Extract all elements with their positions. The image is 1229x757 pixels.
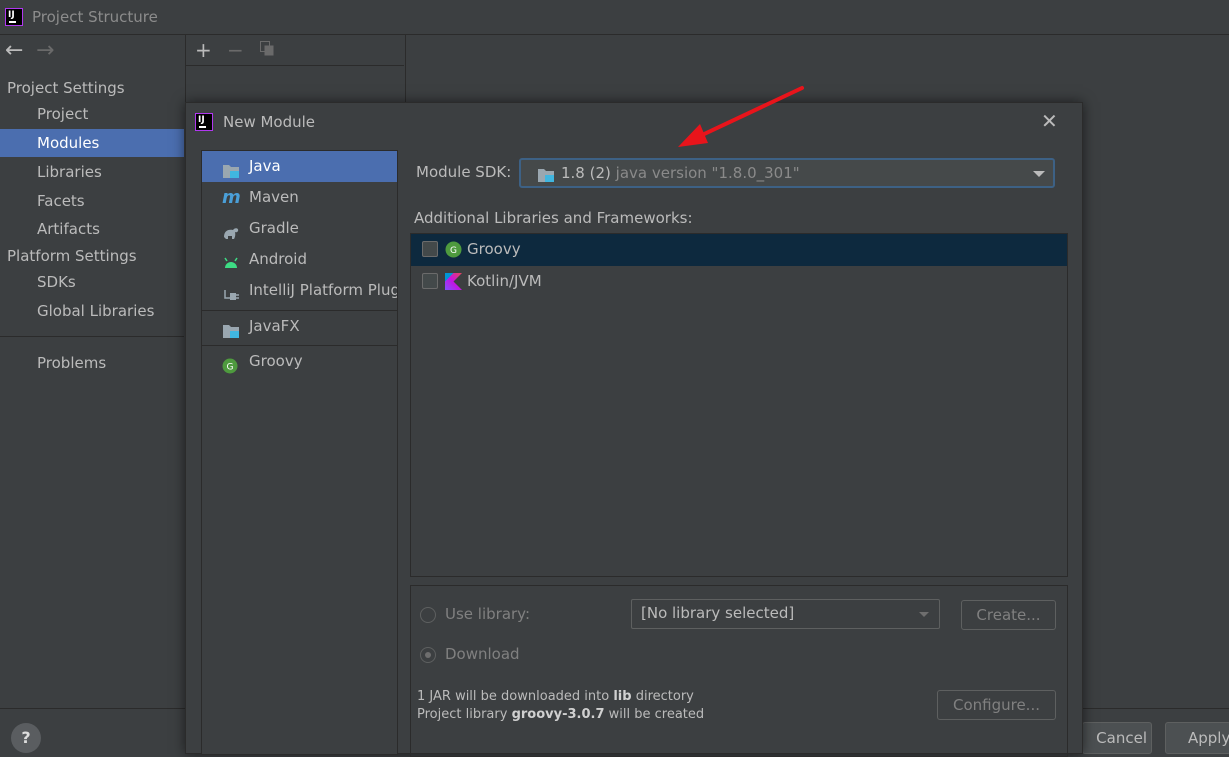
module-type-javafx[interactable]: JavaFX: [202, 311, 397, 342]
module-sdk-dropdown[interactable]: 1.8 (2) java version "1.8.0_301": [519, 158, 1055, 188]
module-types-list: Java m Maven Gradle Android IntelliJ Pla…: [201, 150, 398, 755]
create-button[interactable]: Create...: [961, 600, 1056, 630]
sidebar-item-modules[interactable]: Modules: [0, 129, 184, 157]
gradle-icon: [222, 221, 240, 239]
note-bold: groovy-3.0.7: [511, 707, 605, 722]
module-type-gradle[interactable]: Gradle: [202, 213, 397, 244]
module-type-label: Gradle: [249, 219, 299, 237]
use-library-label: Use library:: [445, 605, 531, 623]
module-type-android[interactable]: Android: [202, 244, 397, 275]
configure-button[interactable]: Configure...: [937, 690, 1056, 720]
cancel-button-label: Cancel: [1096, 729, 1147, 747]
sidebar-item-sdks[interactable]: SDKs: [0, 268, 184, 296]
sdk-version-detail: java version "1.8.0_301": [615, 164, 800, 182]
sidebar-section-project-settings: Project Settings: [7, 79, 125, 97]
chevron-down-icon: [919, 612, 929, 617]
sidebar-section-platform-settings: Platform Settings: [7, 247, 137, 265]
forward-arrow-icon[interactable]: →: [36, 38, 54, 63]
module-type-java[interactable]: Java: [202, 151, 397, 182]
sidebar-divider: [0, 336, 184, 337]
remove-icon[interactable]: −: [227, 38, 244, 62]
groovy-icon: G: [445, 241, 462, 258]
apply-button[interactable]: Apply: [1165, 722, 1229, 754]
library-label: Groovy: [467, 240, 521, 258]
kotlin-checkbox[interactable]: [422, 273, 438, 289]
note-text: 1 JAR will be downloaded into: [417, 689, 610, 704]
copy-icon[interactable]: [260, 41, 274, 56]
add-icon[interactable]: +: [195, 38, 212, 62]
libraries-list: G Groovy Kotlin/JVM: [410, 233, 1068, 577]
title-bar: [0, 0, 1229, 35]
sidebar-item-problems[interactable]: Problems: [0, 349, 184, 377]
module-type-groovy[interactable]: G Groovy: [202, 346, 397, 377]
sidebar-item-global-libraries[interactable]: Global Libraries: [0, 297, 184, 325]
download-note-line2: Project library groovy-3.0.7 will be cre…: [417, 707, 704, 722]
module-type-label: Groovy: [249, 352, 303, 370]
cancel-button[interactable]: Cancel: [1082, 722, 1152, 754]
module-sdk-label: Module SDK:: [416, 163, 512, 181]
download-radio[interactable]: [420, 647, 436, 663]
kotlin-icon: [445, 273, 462, 290]
sdk-value: 1.8 (2) java version "1.8.0_301": [561, 164, 800, 182]
note-text: directory: [635, 689, 694, 704]
note-text: Project library: [417, 707, 508, 722]
module-type-label: JavaFX: [249, 317, 300, 335]
library-select-value: [No library selected]: [641, 604, 795, 622]
additional-libraries-label: Additional Libraries and Frameworks:: [414, 209, 693, 227]
svg-text:G: G: [227, 363, 234, 373]
groovy-checkbox[interactable]: [422, 241, 438, 257]
note-bold: lib: [613, 689, 632, 704]
help-button[interactable]: ?: [11, 723, 41, 753]
use-library-radio[interactable]: [420, 607, 436, 623]
library-row-groovy[interactable]: G Groovy: [411, 234, 1067, 266]
new-module-dialog: IJ New Module ✕ Java m Maven Gradle Andr…: [185, 102, 1083, 757]
note-text: will be created: [608, 707, 705, 722]
module-type-maven[interactable]: m Maven: [202, 182, 397, 213]
chevron-down-icon: [1033, 171, 1045, 177]
window-title: Project Structure: [32, 8, 158, 26]
intellij-app-icon: IJ: [5, 8, 23, 26]
toolbar-divider: [186, 65, 404, 66]
back-arrow-icon[interactable]: ←: [5, 38, 23, 63]
folder-icon: [222, 159, 240, 178]
module-type-label: Android: [249, 250, 307, 268]
module-type-label: Maven: [249, 188, 299, 206]
sidebar-item-artifacts[interactable]: Artifacts: [0, 215, 184, 243]
apply-button-label: Apply: [1188, 729, 1229, 747]
sdk-version: 1.8 (2): [561, 164, 611, 182]
android-icon: [222, 252, 240, 268]
svg-text:G: G: [450, 246, 457, 256]
close-icon[interactable]: ✕: [1041, 109, 1058, 133]
plugin-icon: [222, 283, 240, 300]
sdk-folder-icon: [537, 167, 555, 183]
library-label: Kotlin/JVM: [467, 272, 542, 290]
folder-icon: [222, 319, 240, 338]
groovy-icon: G: [222, 354, 240, 374]
sidebar-item-facets[interactable]: Facets: [0, 187, 184, 215]
sidebar-item-project[interactable]: Project: [0, 100, 184, 128]
library-row-kotlin[interactable]: Kotlin/JVM: [411, 266, 1067, 298]
module-type-label: Java: [249, 157, 281, 175]
module-type-intellij-plugin[interactable]: IntelliJ Platform Plugin: [202, 275, 397, 306]
download-note-line1: 1 JAR will be downloaded into lib direct…: [417, 689, 694, 704]
download-label: Download: [445, 645, 520, 663]
module-type-label: IntelliJ Platform Plugin: [249, 281, 397, 299]
library-select[interactable]: [No library selected]: [631, 599, 940, 629]
maven-icon: m: [222, 187, 241, 208]
dialog-title: New Module: [223, 113, 316, 131]
sidebar-item-libraries[interactable]: Libraries: [0, 158, 184, 186]
dialog-app-icon: IJ: [195, 113, 213, 131]
